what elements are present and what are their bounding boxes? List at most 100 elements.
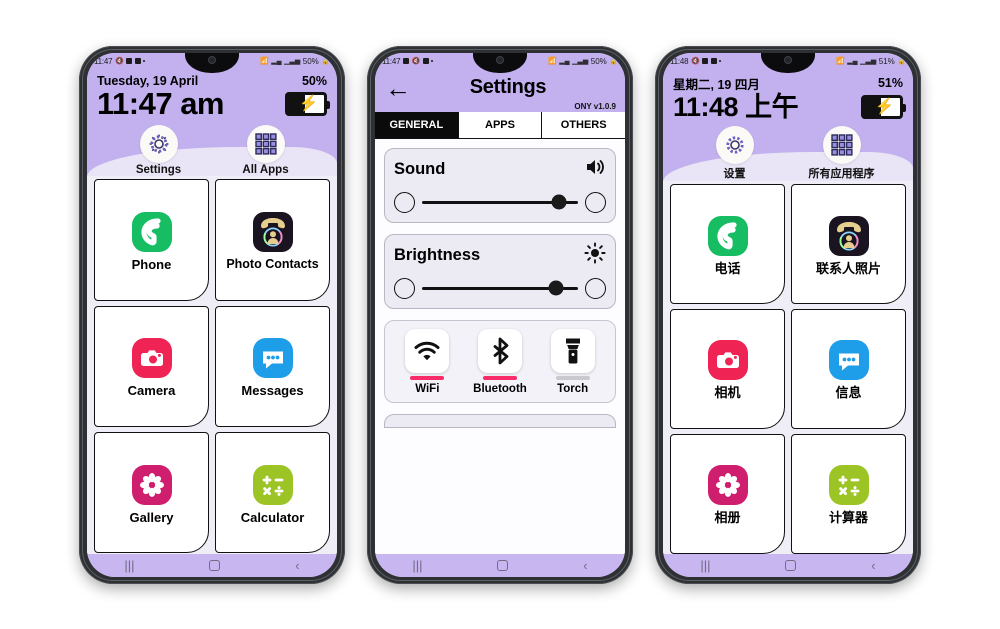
tab-apps[interactable]: APPS bbox=[458, 111, 543, 138]
quick-settings-label: Settings bbox=[135, 164, 182, 177]
sim-signal-icon: ▂▄ bbox=[271, 57, 282, 65]
toggle-torch[interactable]: Torch bbox=[542, 328, 604, 395]
recents-button[interactable]: ||| bbox=[412, 559, 422, 572]
wifi-icon: 📶 bbox=[260, 57, 269, 65]
recents-button[interactable]: ||| bbox=[700, 559, 710, 572]
brightness-increase-button[interactable] bbox=[585, 277, 606, 299]
app-label: 计算器 bbox=[828, 510, 868, 526]
phone1-home-header: Tuesday, 19 April 50% 11:47 am ⚡ Setting… bbox=[87, 69, 337, 178]
quick-all-apps-button[interactable]: All Apps bbox=[218, 125, 314, 176]
app-label: Photo Contacts bbox=[226, 257, 319, 272]
toggle-label: Bluetooth bbox=[473, 382, 527, 395]
app-tile-camera[interactable]: 相机 bbox=[670, 308, 785, 429]
dot-icon bbox=[143, 60, 146, 62]
recents-button[interactable]: ||| bbox=[124, 559, 134, 572]
app-label: Camera bbox=[127, 383, 176, 399]
home-square-icon[interactable] bbox=[785, 559, 797, 571]
mute-icon: 🔇 bbox=[114, 57, 124, 65]
brightness-decrease-button[interactable] bbox=[394, 277, 415, 299]
mute-icon: 🔇 bbox=[690, 57, 700, 65]
phone3-screen: 11:48 🔇 📶 ▂▄ ▁▃▅ 51% 🔒 星期二, 19 四月 51% 11… bbox=[663, 52, 913, 577]
brightness-slider-row bbox=[394, 277, 606, 299]
messages-icon bbox=[250, 335, 296, 381]
brightness-slider-knob[interactable] bbox=[548, 280, 564, 296]
photo-contacts-icon bbox=[250, 209, 296, 255]
app-tile-gallery[interactable]: 相册 bbox=[670, 433, 785, 554]
torch-status-bar bbox=[555, 375, 590, 380]
quick-settings-button[interactable]: 设置 bbox=[687, 125, 783, 181]
signal-icon: ▁▃▅ bbox=[572, 57, 589, 65]
back-button[interactable]: ‹ bbox=[871, 559, 875, 572]
app-tile-photo-contacts[interactable]: Photo Contacts bbox=[215, 179, 330, 301]
grid-icon bbox=[822, 125, 861, 164]
image-icon bbox=[126, 58, 133, 64]
home-square-icon[interactable] bbox=[209, 559, 221, 571]
settings-header: ← Settings ONY v1.0.9 bbox=[375, 69, 625, 112]
home-clock: 11:47 am bbox=[97, 85, 225, 121]
sound-decrease-button[interactable] bbox=[394, 191, 415, 213]
brightness-slider-track[interactable] bbox=[422, 280, 578, 296]
brightness-title: Brightness bbox=[394, 245, 481, 264]
sound-slider-track[interactable] bbox=[422, 194, 578, 210]
back-arrow-icon[interactable]: ← bbox=[385, 75, 411, 101]
signal-icon: ▁▃▅ bbox=[860, 57, 877, 65]
battery-indicator: ⚡ bbox=[285, 91, 330, 116]
sound-slider-row bbox=[394, 191, 606, 213]
toggle-wifi[interactable]: WiFi bbox=[396, 328, 458, 395]
app-tile-phone[interactable]: Phone bbox=[94, 179, 209, 301]
app-tile-calculator[interactable]: 计算器 bbox=[791, 433, 906, 554]
app-tile-messages[interactable]: Messages bbox=[215, 305, 330, 428]
app-tile-calculator[interactable]: Calculator bbox=[215, 432, 330, 554]
app-tile-messages[interactable]: 信息 bbox=[791, 308, 906, 429]
status-battery-percent: 51% bbox=[878, 56, 895, 66]
toggle-bluetooth[interactable]: Bluetooth bbox=[469, 328, 531, 395]
tab-general[interactable]: GENERAL bbox=[375, 111, 459, 138]
quick-settings-button[interactable]: Settings bbox=[111, 125, 207, 176]
app-row-3: 相册 计算器 bbox=[670, 433, 906, 554]
app-row-3: Gallery Calculator bbox=[94, 432, 330, 554]
calculator-icon bbox=[250, 462, 296, 508]
phone1-quick-row: Settings All Apps bbox=[97, 121, 327, 176]
quick-toggles-card: WiFi Bluetooth Torch bbox=[384, 319, 616, 403]
sim-signal-icon: ▂▄ bbox=[847, 57, 858, 65]
app-label: 电话 bbox=[714, 260, 741, 276]
phone-device-1: 11:47 🔇 📶 ▂▄ ▁▃▅ 50% 🔒 Tuesday, 19 April… bbox=[79, 45, 345, 584]
front-camera-icon bbox=[784, 55, 792, 64]
app-label: 信息 bbox=[835, 385, 862, 401]
sound-increase-button[interactable] bbox=[585, 191, 606, 213]
speaker-icon bbox=[584, 156, 606, 183]
app-tile-photo-contacts[interactable]: 联系人照片 bbox=[791, 183, 906, 304]
app-tile-phone[interactable]: 电话 bbox=[670, 183, 785, 304]
sound-slider-knob[interactable] bbox=[551, 194, 567, 210]
sun-icon bbox=[584, 241, 606, 269]
app-version-label: ONY v1.0.9 bbox=[574, 101, 616, 111]
quick-all-apps-button[interactable]: 所有应用程序 bbox=[794, 125, 890, 181]
back-button[interactable]: ‹ bbox=[583, 559, 587, 572]
app-row-1: 电话 联系人照片 bbox=[670, 183, 906, 304]
phone-device-2: 11:47 🔇 📶 ▂▄ ▁▃▅ 50% 🔒 ← Settings ONY v1… bbox=[367, 45, 633, 584]
video-icon bbox=[710, 58, 717, 64]
back-button[interactable]: ‹ bbox=[295, 559, 299, 572]
app-tile-camera[interactable]: Camera bbox=[94, 305, 209, 428]
app-label: Calculator bbox=[240, 509, 305, 525]
status-time: 11:48 bbox=[670, 56, 689, 66]
quick-all-apps-label: 所有应用程序 bbox=[808, 167, 875, 180]
wifi-icon bbox=[405, 328, 450, 373]
sim-signal-icon: ▂▄ bbox=[559, 57, 570, 65]
photo-contacts-icon bbox=[826, 213, 872, 259]
camera-icon bbox=[129, 335, 175, 381]
app-tile-gallery[interactable]: Gallery bbox=[94, 432, 209, 554]
app-row-1: Phone Photo Contacts bbox=[94, 179, 330, 301]
camera-icon bbox=[705, 337, 751, 383]
home-date: 星期二, 19 四月 bbox=[673, 77, 760, 92]
status-battery-percent: 50% bbox=[590, 56, 607, 66]
wifi-status-bar bbox=[410, 375, 445, 380]
settings-content: Sound Brightness WiFi Bluetooth Torch bbox=[375, 138, 625, 554]
tab-others[interactable]: OTHERS bbox=[542, 111, 625, 138]
grid-icon bbox=[246, 125, 285, 164]
home-square-icon[interactable] bbox=[497, 559, 509, 571]
home-battery-percent: 51% bbox=[877, 76, 903, 90]
battery-indicator: ⚡ bbox=[861, 94, 906, 119]
phone2-screen: 11:47 🔇 📶 ▂▄ ▁▃▅ 50% 🔒 ← Settings ONY v1… bbox=[375, 52, 625, 577]
sound-title: Sound bbox=[394, 159, 446, 178]
